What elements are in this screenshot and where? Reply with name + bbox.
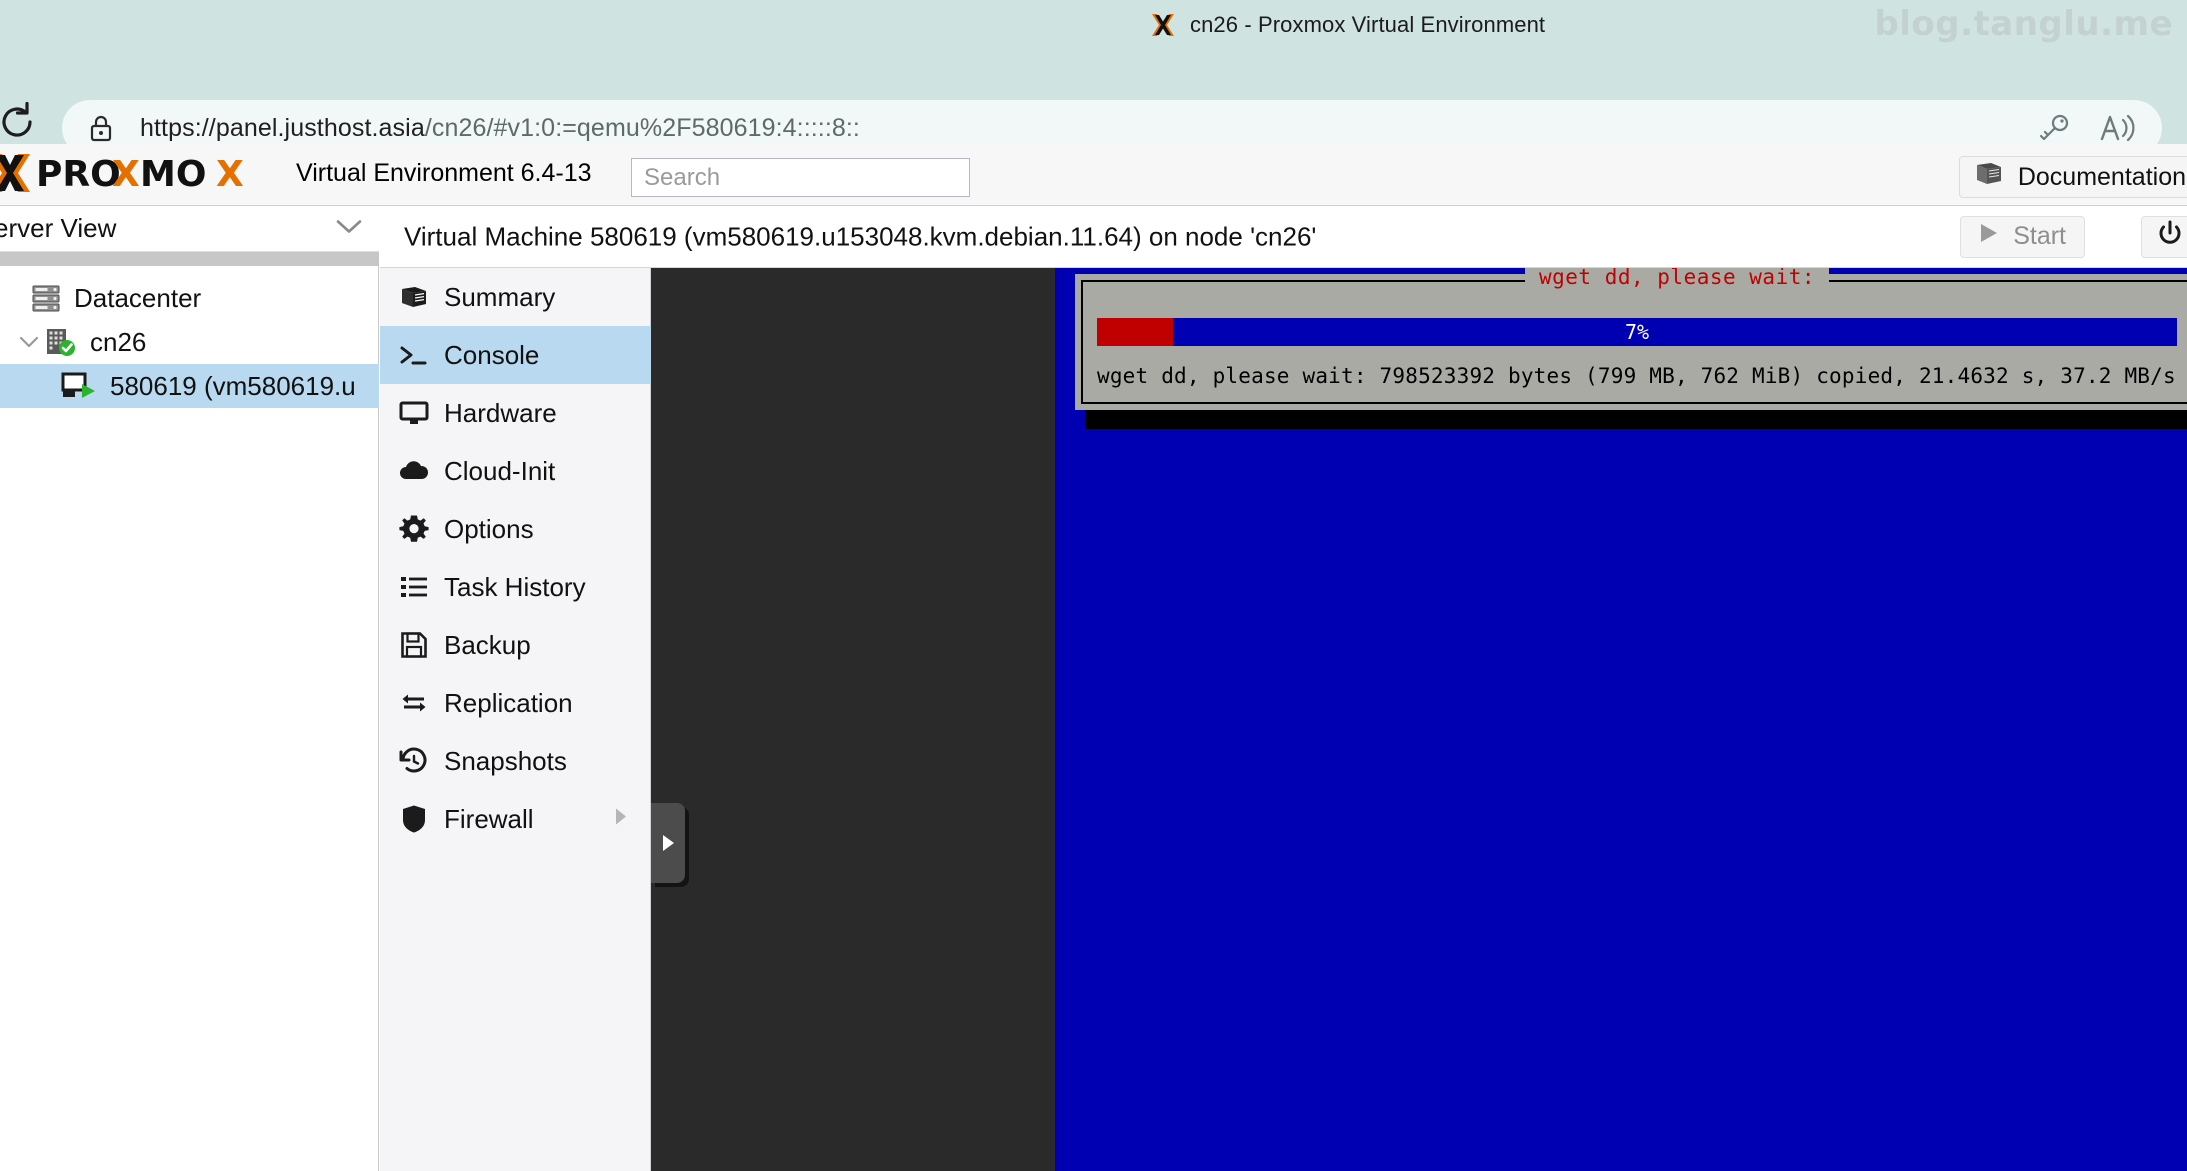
nav-item-label: Replication: [444, 688, 573, 719]
progress-bar: 7%: [1097, 318, 2177, 346]
cloud-icon: [396, 453, 432, 489]
vm-subnav: Summary Console Hardware: [380, 268, 651, 1171]
reload-icon[interactable]: [0, 99, 40, 145]
browser-tab[interactable]: cn26 - Proxmox Virtual Environment: [1150, 8, 1545, 42]
terminal-icon: [396, 337, 432, 373]
content-area: Virtual Machine 580619 (vm580619.u153048…: [380, 206, 2187, 1171]
address-bar-text: https://panel.justhost.asia/cn26/#v1:0:=…: [140, 114, 2038, 143]
tui-progress-dialog: wget dd, please wait: 7% wget dd, please…: [1075, 274, 2187, 410]
svg-text:X: X: [112, 154, 140, 194]
chevron-down-icon[interactable]: [335, 217, 363, 240]
novnc-console[interactable]: wget dd, please wait: 7% wget dd, please…: [651, 268, 2187, 1171]
tree-expander-cn26[interactable]: [14, 335, 44, 349]
lock-icon: [88, 113, 114, 143]
shutdown-button[interactable]: [2141, 216, 2187, 258]
nav-item-summary[interactable]: Summary: [380, 268, 651, 326]
tui-status-line: wget dd, please wait: 798523392 bytes (7…: [1097, 364, 2176, 388]
nav-item-snapshots[interactable]: Snapshots: [380, 732, 651, 790]
svg-text:X: X: [216, 154, 244, 194]
nav-item-label: Task History: [444, 572, 586, 603]
tui-dialog-title: wget dd, please wait:: [1525, 268, 1829, 289]
proxmox-x-logo-icon: [1150, 12, 1176, 38]
node-online-icon: [44, 326, 78, 358]
pve-header-bar: PRO X MO X Virtual Environment 6.4-13 Do…: [0, 144, 2187, 206]
nav-item-label: Snapshots: [444, 746, 567, 777]
browser-chrome: cn26 - Proxmox Virtual Environment blog.…: [0, 0, 2187, 144]
play-triangle-icon: [663, 835, 674, 851]
tree-item-label: cn26: [90, 327, 146, 358]
vm-running-icon: [60, 370, 98, 402]
read-aloud-icon[interactable]: [2098, 112, 2138, 144]
novnc-sidebar-toggle[interactable]: [651, 803, 685, 883]
tree-item-label: Datacenter: [74, 283, 201, 314]
search-input-wrap[interactable]: [631, 158, 970, 197]
nav-item-label: Console: [444, 340, 539, 371]
nav-item-options[interactable]: Options: [380, 500, 651, 558]
book-icon: [396, 279, 432, 315]
nav-item-firewall[interactable]: Firewall: [380, 790, 651, 848]
nav-item-cloud-init[interactable]: Cloud-Init: [380, 442, 651, 500]
nav-item-replication[interactable]: Replication: [380, 674, 651, 732]
page-title: Virtual Machine 580619 (vm580619.u153048…: [404, 221, 1316, 252]
nav-item-label: Hardware: [444, 398, 557, 429]
browser-tab-title: cn26 - Proxmox Virtual Environment: [1190, 12, 1545, 38]
power-icon: [2156, 220, 2184, 253]
nav-item-console[interactable]: Console: [380, 326, 651, 384]
browser-tab-strip: cn26 - Proxmox Virtual Environment blog.…: [0, 0, 2187, 48]
progress-bar-label: 7%: [1097, 318, 2177, 346]
svg-text:PRO: PRO: [36, 154, 121, 194]
nav-item-label: Options: [444, 514, 534, 545]
replication-icon: [396, 685, 432, 721]
nav-item-label: Firewall: [444, 804, 534, 835]
nav-item-label: Cloud-Init: [444, 456, 555, 487]
nav-item-label: Backup: [444, 630, 531, 661]
svg-text:MO: MO: [140, 154, 206, 194]
tree-item-cn26[interactable]: cn26: [0, 320, 379, 364]
start-button-label: Start: [2013, 222, 2066, 251]
gear-icon: [396, 511, 432, 547]
history-icon: [396, 743, 432, 779]
monitor-icon: [396, 395, 432, 431]
documentation-button[interactable]: Documentation: [1959, 156, 2187, 198]
browser-url-row: https://panel.justhost.asia/cn26/#v1:0:=…: [0, 48, 2187, 144]
proxmox-logo[interactable]: PRO X MO X Virtual Environment 6.4-13: [0, 150, 592, 196]
resource-tree-panel: erver View Datacenter: [0, 206, 379, 1171]
book-icon: [1974, 161, 2004, 194]
datacenter-icon: [30, 283, 62, 313]
nav-item-backup[interactable]: Backup: [380, 616, 651, 674]
nav-item-label: Summary: [444, 282, 555, 313]
content-title-bar: Virtual Machine 580619 (vm580619.u153048…: [380, 206, 2187, 268]
tree-separator: [0, 252, 379, 266]
floppy-icon: [396, 627, 432, 663]
list-icon: [396, 569, 432, 605]
start-button[interactable]: Start: [1960, 216, 2085, 258]
chevron-right-icon[interactable]: [613, 807, 629, 832]
shield-icon: [396, 801, 432, 837]
tui-dialog-inner: wget dd, please wait: 7% wget dd, please…: [1081, 280, 2187, 404]
proxmox-wordmark-icon: PRO X MO X: [0, 152, 288, 194]
tree-item-datacenter[interactable]: Datacenter: [0, 276, 379, 320]
search-input[interactable]: [644, 164, 969, 192]
pve-env-version: Virtual Environment 6.4-13: [296, 159, 592, 188]
tree-item-label: 580619 (vm580619.u: [110, 371, 356, 402]
tree-item-vm-580619[interactable]: 580619 (vm580619.u: [0, 364, 379, 408]
key-icon[interactable]: [2038, 114, 2072, 142]
view-selector-label: erver View: [0, 213, 116, 244]
nav-item-hardware[interactable]: Hardware: [380, 384, 651, 442]
vnc-screen[interactable]: wget dd, please wait: 7% wget dd, please…: [1055, 268, 2187, 1171]
image-watermark: blog.tanglu.me: [1874, 4, 2173, 44]
play-icon: [1975, 220, 2001, 253]
documentation-label: Documentation: [2018, 163, 2186, 192]
nav-item-task-history[interactable]: Task History: [380, 558, 651, 616]
view-selector[interactable]: erver View: [0, 206, 379, 252]
